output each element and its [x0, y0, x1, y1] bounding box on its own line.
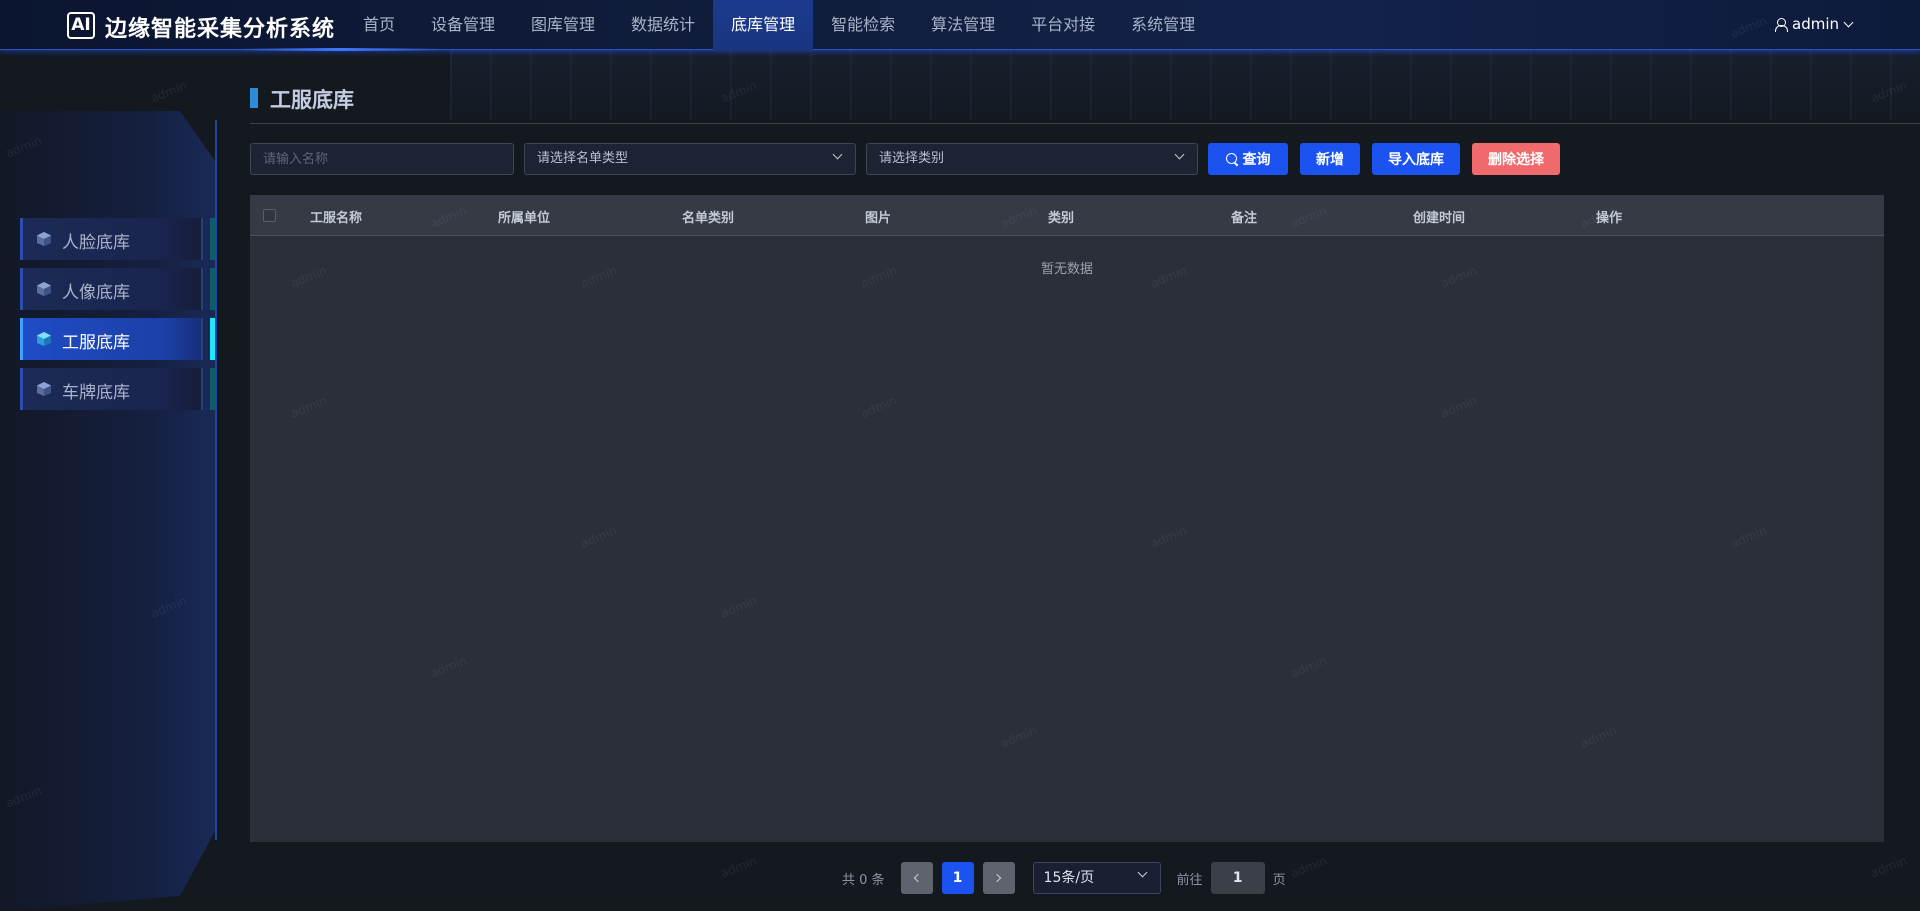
query-button[interactable]: 查询	[1208, 143, 1288, 175]
nav-item-base-library-management[interactable]: 底库管理	[713, 0, 814, 50]
column-header-unit: 所属单位	[498, 211, 551, 226]
column-header-category: 类别	[1048, 211, 1075, 226]
list-type-select[interactable]: 请选择名单类型	[524, 143, 856, 175]
data-table: 工服名称 所属单位 名单类别 图片 类别 备注 创建时间 操作 暂无数据	[250, 195, 1884, 842]
sidebar-item-face-library[interactable]: 人脸底库	[20, 218, 215, 260]
prev-page-button[interactable]	[900, 862, 933, 894]
goto-label: 前往	[1176, 872, 1203, 888]
table-header: 工服名称 所属单位 名单类别 图片 类别 备注 创建时间 操作	[250, 195, 1884, 236]
sidebar-item-divider	[201, 368, 203, 410]
user-menu[interactable]: admin	[1775, 15, 1854, 33]
sidebar-item-indicator	[210, 268, 215, 310]
sidebar-item-divider	[201, 268, 203, 310]
page-header: 工服底库	[250, 82, 1920, 124]
add-button[interactable]: 新增	[1300, 143, 1360, 175]
category-select-placeholder: 请选择类别	[879, 151, 945, 166]
sidebar-item-label: 人脸底库	[62, 233, 130, 253]
page-number-button[interactable]: 1	[941, 862, 974, 894]
sidebar-item-divider	[201, 318, 203, 360]
select-all-checkbox[interactable]	[263, 209, 276, 222]
sidebar-item-label: 工服底库	[62, 333, 130, 353]
main-nav: 首页 设备管理 图库管理 数据统计 底库管理 智能检索 算法管理 平台对接 系统…	[345, 0, 1213, 50]
watermark-text: admin	[148, 78, 189, 106]
category-select[interactable]: 请选择类别	[866, 143, 1198, 175]
nav-item-algorithm-management[interactable]: 算法管理	[913, 0, 1013, 50]
nav-item-smart-search[interactable]: 智能检索	[813, 0, 913, 50]
next-page-button[interactable]	[982, 862, 1015, 894]
watermark-text: admin	[1868, 853, 1909, 881]
chevron-right-icon	[992, 873, 1002, 883]
filter-bar: 请选择名单类型 请选择类别 查询 新增 导入底库 删除选择	[250, 143, 1560, 175]
page-size-select[interactable]: 15条/页	[1032, 862, 1161, 894]
chevron-down-icon	[1174, 149, 1185, 160]
pagination: 共 0 条 1 15条/页 前往 页	[842, 862, 1286, 894]
nav-item-home[interactable]: 首页	[345, 0, 413, 50]
title-accent-bar	[250, 88, 258, 108]
chevron-left-icon	[913, 873, 923, 883]
sidebar-item-indicator	[210, 368, 215, 410]
nav-item-device-management[interactable]: 设备管理	[413, 0, 513, 50]
page-title: 工服底库	[270, 88, 354, 112]
sidebar-item-portrait-library[interactable]: 人像底库	[20, 268, 215, 310]
import-library-button[interactable]: 导入底库	[1372, 143, 1460, 175]
sidebar-item-label: 车牌底库	[62, 383, 130, 403]
goto-page-input[interactable]	[1210, 862, 1265, 894]
search-icon	[1225, 153, 1238, 165]
delete-selected-button[interactable]: 删除选择	[1472, 143, 1560, 175]
nav-item-platform-integration[interactable]: 平台对接	[1013, 0, 1113, 50]
cube-icon	[37, 382, 51, 396]
chevron-down-icon	[1137, 867, 1147, 878]
cube-icon	[37, 232, 51, 246]
column-header-uniform-name: 工服名称	[310, 211, 363, 226]
list-type-select-placeholder: 请选择名单类型	[537, 151, 629, 166]
sidebar-item-indicator	[210, 218, 215, 260]
sidebar-item-indicator	[210, 318, 215, 360]
watermark-text: admin	[1288, 853, 1329, 881]
column-header-remark: 备注	[1231, 211, 1258, 226]
sidebar-panel	[0, 111, 215, 911]
cube-icon	[37, 332, 51, 346]
nav-item-system-management[interactable]: 系统管理	[1113, 0, 1213, 50]
column-header-image: 图片	[865, 211, 892, 226]
column-header-actions: 操作	[1596, 211, 1623, 226]
nav-item-data-statistics[interactable]: 数据统计	[613, 0, 713, 50]
total-count: 共 0 条	[842, 872, 885, 888]
chevron-down-icon	[832, 149, 843, 160]
page-suffix: 页	[1272, 872, 1286, 888]
top-navigation-bar: AI 边缘智能采集分析系统 首页 设备管理 图库管理 数据统计 底库管理 智能检…	[0, 0, 1920, 51]
user-name: admin	[1792, 15, 1839, 33]
chevron-down-icon	[1843, 17, 1854, 27]
page-size-value: 15条/页	[1043, 870, 1095, 886]
sidebar-item-plate-library[interactable]: 车牌底库	[20, 368, 215, 410]
app-title: 边缘智能采集分析系统	[105, 17, 336, 42]
name-input[interactable]	[250, 143, 514, 175]
cube-icon	[37, 282, 51, 296]
query-button-label: 查询	[1242, 151, 1271, 167]
watermark-text: admin	[718, 853, 759, 881]
column-header-created-time: 创建时间	[1413, 211, 1466, 226]
sidebar-item-uniform-library[interactable]: 工服底库	[20, 318, 215, 360]
empty-state-text: 暂无数据	[1040, 262, 1093, 277]
nav-item-gallery-management[interactable]: 图库管理	[513, 0, 613, 50]
app-logo-icon: AI	[67, 12, 95, 39]
sidebar-item-divider	[201, 218, 203, 260]
sidebar-menu: 人脸底库 人像底库 工服底库 车牌底库	[20, 218, 220, 418]
sidebar-item-label: 人像底库	[62, 283, 130, 303]
user-icon	[1775, 18, 1788, 32]
column-header-list-category: 名单类别	[682, 211, 735, 226]
